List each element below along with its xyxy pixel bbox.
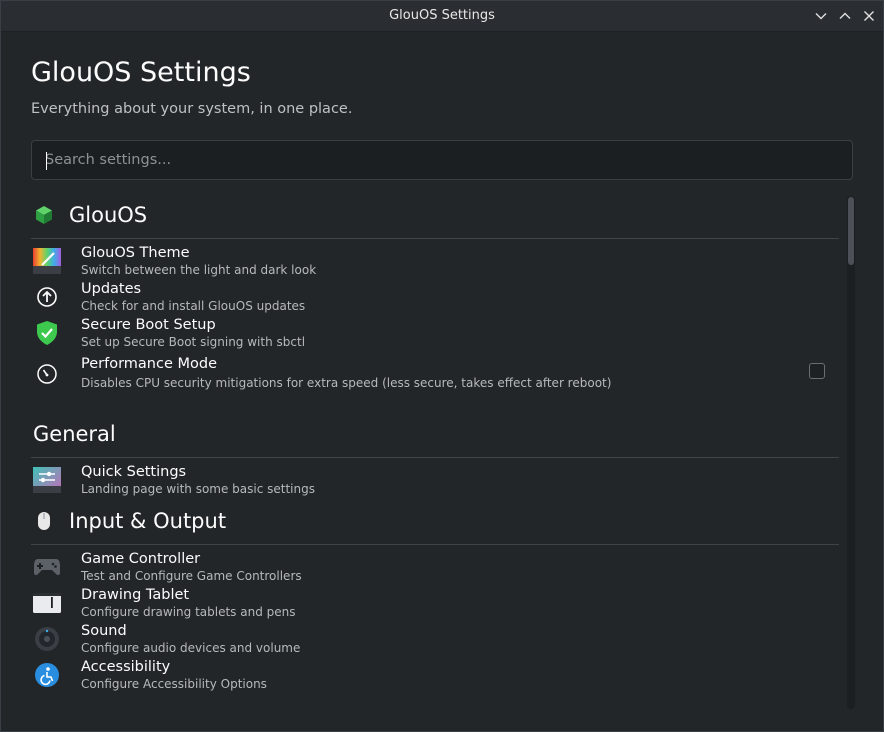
settings-content: GlouOS Settings Everything about your sy… xyxy=(1,32,883,731)
section-title: GlouOS xyxy=(69,203,148,227)
setting-glouos-theme[interactable]: GlouOS Theme Switch between the light an… xyxy=(31,243,839,279)
section-general: General xyxy=(31,411,839,458)
maximize-button[interactable] xyxy=(836,7,854,25)
gamepad-icon xyxy=(31,551,63,583)
section-glouos: GlouOS xyxy=(31,192,839,239)
minimize-button[interactable] xyxy=(812,7,830,25)
drawing-tablet-icon xyxy=(31,587,63,619)
setting-sound[interactable]: Sound Configure audio devices and volume xyxy=(31,621,839,657)
shield-check-icon xyxy=(31,317,63,349)
setting-drawing-tablet[interactable]: Drawing Tablet Configure drawing tablets… xyxy=(31,585,839,621)
setting-secure-boot[interactable]: Secure Boot Setup Set up Secure Boot sig… xyxy=(31,315,839,351)
settings-window: GlouOS Settings GlouOS Settings Everythi… xyxy=(0,0,884,732)
settings-list: GlouOS GlouOS Theme Switch between the l… xyxy=(31,192,839,693)
setting-description: Configure audio devices and volume xyxy=(81,641,301,655)
window-title: GlouOS Settings xyxy=(389,8,495,23)
setting-description: Set up Secure Boot signing with sbctl xyxy=(81,335,306,349)
setting-description: Configure Accessibility Options xyxy=(81,677,267,691)
mouse-icon xyxy=(31,508,57,534)
setting-description: Configure drawing tablets and pens xyxy=(81,605,296,619)
setting-title: Updates xyxy=(81,281,142,297)
update-arrow-icon xyxy=(31,281,63,313)
setting-title: Accessibility xyxy=(81,659,171,675)
setting-description: Disables CPU security mitigations for ex… xyxy=(81,376,612,390)
section-title: Input & Output xyxy=(69,509,227,533)
section-input-output: Input & Output xyxy=(31,498,839,545)
green-cube-icon xyxy=(31,202,57,228)
quick-settings-icon xyxy=(31,464,63,496)
theme-palette-icon xyxy=(31,245,63,277)
performance-mode-checkbox[interactable] xyxy=(809,363,825,379)
text-caret xyxy=(46,152,47,170)
setting-title: Performance Mode xyxy=(81,356,218,372)
page-title: GlouOS Settings xyxy=(31,57,251,88)
setting-accessibility[interactable]: Accessibility Configure Accessibility Op… xyxy=(31,657,839,693)
scrollbar-thumb[interactable] xyxy=(848,197,854,265)
setting-description: Test and Configure Game Controllers xyxy=(81,569,302,583)
setting-title: Drawing Tablet xyxy=(81,587,190,603)
section-title: General xyxy=(33,422,116,446)
close-icon xyxy=(864,11,874,21)
setting-title: GlouOS Theme xyxy=(81,245,190,261)
setting-description: Check for and install GlouOS updates xyxy=(81,299,306,313)
setting-description: Landing page with some basic settings xyxy=(81,482,315,496)
search-input[interactable] xyxy=(32,141,852,179)
chevron-up-icon xyxy=(839,12,851,19)
setting-game-controller[interactable]: Game Controller Test and Configure Game … xyxy=(31,549,839,585)
vertical-scrollbar[interactable] xyxy=(847,196,855,709)
close-button[interactable] xyxy=(860,7,878,25)
chevron-down-icon xyxy=(815,13,827,20)
speedometer-icon xyxy=(31,358,63,390)
speaker-icon xyxy=(31,623,63,655)
accessibility-icon xyxy=(31,659,63,691)
setting-description: Switch between the light and dark look xyxy=(81,263,317,277)
page-subtitle: Everything about your system, in one pla… xyxy=(31,101,353,117)
title-bar: GlouOS Settings xyxy=(1,1,883,32)
setting-updates[interactable]: Updates Check for and install GlouOS upd… xyxy=(31,279,839,315)
setting-title: Game Controller xyxy=(81,551,201,567)
setting-performance-mode[interactable]: Performance Mode Disables CPU security m… xyxy=(31,351,839,397)
setting-title: Sound xyxy=(81,623,127,639)
setting-title: Secure Boot Setup xyxy=(81,317,216,333)
search-box[interactable] xyxy=(31,140,853,180)
setting-quick-settings[interactable]: Quick Settings Landing page with some ba… xyxy=(31,462,839,498)
setting-title: Quick Settings xyxy=(81,464,187,480)
